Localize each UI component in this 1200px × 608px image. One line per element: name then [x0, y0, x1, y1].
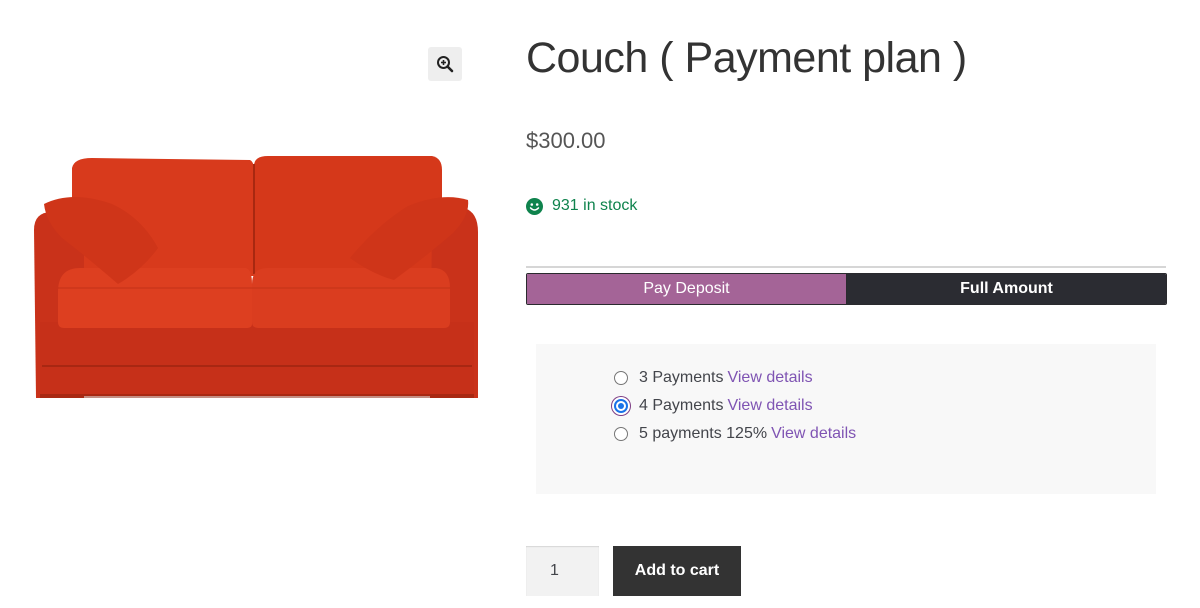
- divider: [526, 266, 1166, 268]
- deposit-toggle: Pay Deposit Full Amount: [526, 273, 1167, 305]
- zoom-button[interactable]: [428, 47, 462, 81]
- payment-plan-option[interactable]: 3 Payments View details: [614, 364, 856, 392]
- plan-label: 5 payments 125%: [639, 425, 768, 442]
- zoom-in-icon: [437, 56, 454, 73]
- product-image[interactable]: [32, 108, 478, 400]
- smile-icon: [526, 197, 543, 215]
- plan-label: 4 Payments: [639, 397, 724, 414]
- payment-plan-option[interactable]: 4 Payments View details: [614, 392, 856, 420]
- plan-radio[interactable]: [614, 371, 628, 385]
- full-amount-button[interactable]: Full Amount: [847, 274, 1166, 304]
- stock-status: 931 in stock: [526, 197, 637, 215]
- couch-image: [34, 156, 478, 398]
- product-title: Couch ( Payment plan ): [526, 34, 967, 82]
- product-price: $300.00: [526, 128, 606, 153]
- stock-text: 931 in stock: [552, 197, 638, 214]
- plan-label: 3 Payments: [639, 369, 724, 386]
- view-details-link[interactable]: View details: [727, 397, 812, 415]
- payment-plan-list: 3 Payments View details 4 Payments View …: [614, 364, 856, 448]
- plan-radio[interactable]: [614, 427, 628, 441]
- plan-radio-selected[interactable]: [614, 399, 628, 413]
- payment-plan-option[interactable]: 5 payments 125% View details: [614, 420, 856, 448]
- payment-plans-box: 3 Payments View details 4 Payments View …: [536, 344, 1156, 494]
- quantity-input[interactable]: [526, 546, 599, 596]
- pay-deposit-button[interactable]: Pay Deposit: [527, 274, 847, 304]
- view-details-link[interactable]: View details: [727, 369, 812, 387]
- view-details-link[interactable]: View details: [771, 425, 856, 443]
- add-to-cart-button[interactable]: Add to cart: [613, 546, 741, 596]
